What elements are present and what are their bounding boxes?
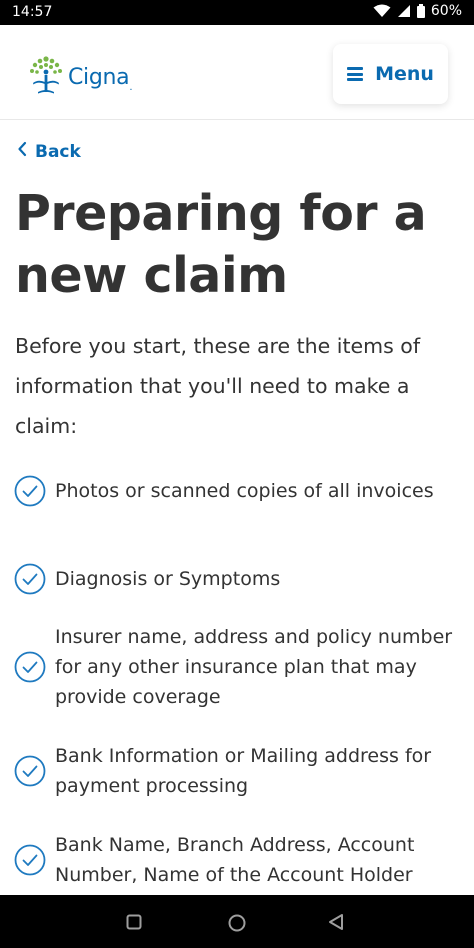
- check-circle-icon: [14, 563, 46, 595]
- battery-icon: [416, 4, 425, 18]
- hamburger-icon: [347, 67, 364, 81]
- status-time: 14:57: [12, 4, 53, 20]
- system-nav-bar: [0, 895, 474, 948]
- status-bar: 14:57 60%: [0, 0, 474, 25]
- logo-suffix: .: [129, 82, 133, 93]
- tree-of-life-icon: [28, 55, 64, 99]
- site-header: Cigna . Menu: [0, 25, 474, 120]
- signal-icon: [397, 4, 411, 18]
- intro-text: Before you start, these are the items of…: [15, 334, 421, 438]
- list-item: Photos or scanned copies of all invoices: [14, 475, 454, 507]
- battery-percent: 60%: [430, 3, 462, 19]
- recents-button[interactable]: [126, 914, 142, 934]
- back-link[interactable]: Back: [17, 141, 81, 162]
- check-circle-icon: [14, 755, 46, 787]
- home-button[interactable]: [228, 914, 246, 936]
- check-circle-icon: [14, 475, 46, 507]
- list-item-text: Diagnosis or Symptoms: [55, 568, 281, 590]
- logo-text: Cigna: [68, 64, 130, 90]
- list-item-text: Insurer name, address and policy number …: [55, 626, 453, 708]
- wifi-icon: [373, 4, 391, 18]
- check-circle-icon: [14, 844, 46, 876]
- list-item-text: Photos or scanned copies of all invoices: [55, 480, 434, 502]
- check-circle-icon: [14, 651, 46, 683]
- list-item: Insurer name, address and policy number …: [14, 622, 454, 712]
- list-item-text: Bank Information or Mailing address for …: [55, 745, 432, 797]
- back-label: Back: [35, 141, 81, 162]
- status-icons: 60%: [373, 3, 462, 19]
- list-item: Bank Name, Branch Address, Account Numbe…: [14, 830, 454, 890]
- page-title: Preparing for a new claim: [15, 185, 427, 304]
- cigna-logo[interactable]: Cigna .: [28, 55, 133, 99]
- list-item: Bank Information or Mailing address for …: [14, 741, 454, 801]
- menu-label: Menu: [375, 63, 434, 85]
- list-item-text: Bank Name, Branch Address, Account Numbe…: [55, 834, 415, 886]
- menu-button[interactable]: Menu: [333, 44, 448, 104]
- list-item: Diagnosis or Symptoms: [14, 563, 454, 595]
- back-nav-icon[interactable]: [327, 913, 345, 935]
- chevron-left-icon: [17, 141, 27, 162]
